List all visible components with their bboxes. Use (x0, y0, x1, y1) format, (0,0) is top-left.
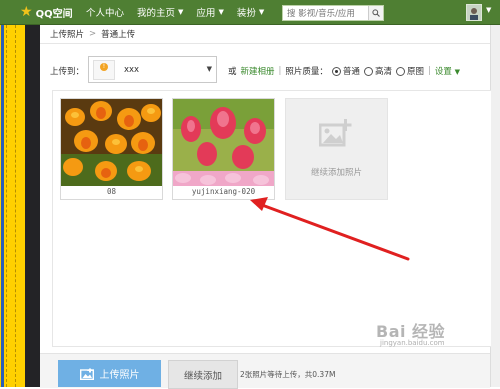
photo-caption: yujinxiang-020 (191, 187, 256, 196)
photo-list: 08 yujinxiang-020 继续添加照片 (52, 90, 491, 347)
logo-text: QQ空间 (35, 8, 73, 20)
nav-item-decorate[interactable]: 装扮 ▼ (237, 5, 264, 19)
chevron-down-icon: ▼ (178, 8, 184, 16)
album-thumbnail: ! (93, 60, 115, 80)
dark-side-strip (25, 25, 40, 387)
breadcrumb-upload-photos[interactable]: 上传照片 (50, 28, 84, 40)
upload-status-text: 2张照片等待上传，共0.37M (240, 370, 336, 379)
left-decor-strip (0, 25, 25, 387)
user-avatar-icon (467, 5, 481, 20)
continue-adding-button[interactable]: 继续添加 (168, 360, 238, 389)
add-more-photos-button[interactable]: 继续添加照片 (285, 98, 388, 200)
search-icon (372, 9, 380, 17)
add-more-label: 继续添加照片 (310, 168, 362, 178)
settings-dropdown[interactable]: 设置 ▼ (435, 65, 460, 77)
breadcrumb: 上传照片 > 普通上传 (50, 28, 135, 40)
tulip-orange-photo[interactable] (61, 99, 162, 186)
photo-card[interactable]: 08 (60, 98, 163, 200)
chevron-down-icon: ▼ (258, 8, 265, 16)
quality-option-original[interactable]: 原图 (395, 65, 424, 77)
search-placeholder: 搜 影视/音乐/应用 (287, 9, 355, 19)
avatar-chevron-down-icon[interactable]: ▼ (486, 6, 491, 14)
watermark-url: jingyan.baidu.com (380, 339, 445, 347)
top-navigation-bar: ★ QQ空间 个人中心 我的主页 ▼ 应用 ▼ 装扮 ▼ 搜 影视/音乐/应用 (0, 0, 500, 25)
upload-to-label: 上传到： (50, 67, 85, 77)
nav-item-my-home[interactable]: 我的主页 ▼ (137, 5, 183, 19)
nav-item-personal-center[interactable]: 个人中心 (86, 5, 124, 19)
upload-button-label: 上传照片 (99, 370, 140, 381)
breadcrumb-separator: > (89, 29, 97, 39)
nav-item-apps[interactable]: 应用 ▼ (196, 5, 223, 19)
new-album-link[interactable]: 新建相册 (241, 65, 275, 77)
quality-option-hd[interactable]: 高清 (363, 65, 392, 77)
or-text: 或 (228, 67, 237, 77)
left-dashed-border (6, 25, 16, 387)
photo-card[interactable]: yujinxiang-020 (172, 98, 275, 200)
scrollbar[interactable] (490, 25, 500, 387)
qzone-logo[interactable]: ★ QQ空间 (20, 4, 73, 20)
chevron-down-icon: ▼ (454, 68, 460, 76)
radio-unselected[interactable] (363, 66, 373, 76)
album-select[interactable]: ! xxx ▼ (88, 56, 217, 83)
breadcrumb-normal-upload: 普通上传 (101, 30, 136, 40)
radio-selected[interactable] (331, 66, 341, 76)
add-photo-icon (319, 119, 352, 147)
upload-photo-icon (79, 367, 94, 380)
quality-option-normal[interactable]: 普通 (331, 65, 360, 77)
radio-unselected[interactable] (395, 66, 405, 76)
album-name: xxx (124, 65, 140, 75)
main-nav: 个人中心 我的主页 ▼ 应用 ▼ 装扮 ▼ (86, 0, 264, 24)
upload-options: 或 新建相册 | 照片质量： 普通 高清 原图 | 设置 ▼ (228, 65, 460, 77)
exclamation-icon: ! (100, 63, 108, 71)
tulip-pink-photo[interactable] (173, 99, 274, 186)
chevron-down-icon: ▼ (206, 65, 212, 73)
photo-caption: 08 (106, 187, 117, 196)
search-button[interactable] (368, 6, 383, 20)
upload-photos-button[interactable]: 上传照片 (58, 360, 161, 387)
left-blue-line (1, 25, 4, 387)
divider (40, 43, 490, 44)
divider: | (427, 66, 431, 76)
bottom-action-bar: 上传照片 继续添加 2张照片等待上传，共0.37M (40, 353, 490, 389)
search-input[interactable]: 搜 影视/音乐/应用 (282, 5, 384, 21)
avatar[interactable] (466, 4, 482, 21)
divider: | (278, 66, 282, 76)
quality-label: 照片质量： (285, 67, 328, 77)
star-icon: ★ (20, 4, 33, 20)
chevron-down-icon: ▼ (218, 8, 224, 16)
